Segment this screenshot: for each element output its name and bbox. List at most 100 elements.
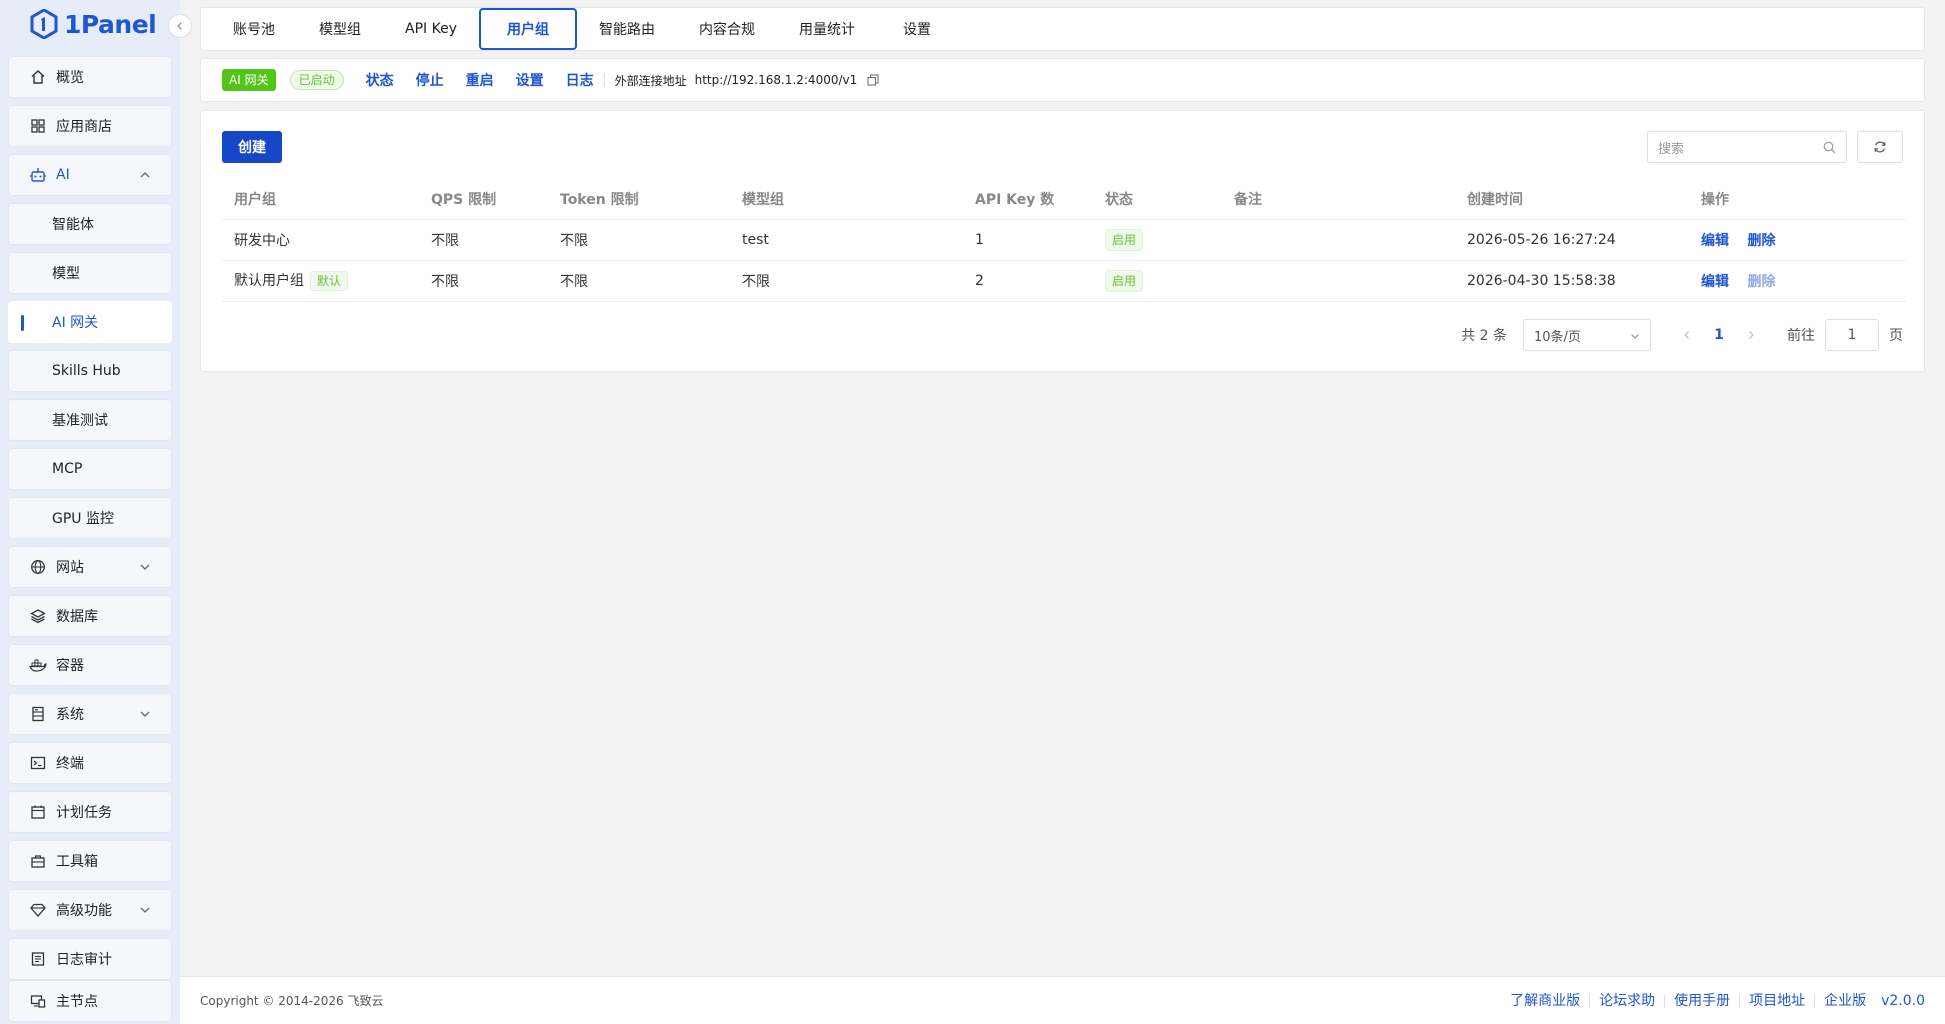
- goto-page-input[interactable]: 1: [1825, 319, 1879, 351]
- sidebar-item-mcp[interactable]: MCP: [8, 448, 172, 490]
- sidebar-item-label: 数据库: [56, 609, 98, 625]
- column-header[interactable]: 操作: [1689, 179, 1906, 220]
- sidebar-item-label: 系统: [56, 707, 84, 723]
- sidebar-item-system[interactable]: 系统: [8, 693, 172, 735]
- pagination: 共 2 条 10条/页 1 前往 1 页: [1461, 319, 1903, 351]
- footer-link-forum[interactable]: 论坛求助: [1589, 994, 1664, 1008]
- page-size-select[interactable]: 10条/页: [1523, 319, 1651, 351]
- tab-usage-stats[interactable]: 用量统计: [777, 8, 877, 50]
- sidebar-item-ai[interactable]: AI: [8, 154, 172, 196]
- sidebar-item-agents[interactable]: 智能体: [8, 203, 172, 245]
- chevron-down-icon: [140, 711, 150, 717]
- stop-button[interactable]: 停止: [416, 70, 444, 90]
- cell-qps-limit: 不限: [419, 219, 548, 261]
- tab-account-pool[interactable]: 账号池: [211, 8, 297, 50]
- delete-button[interactable]: 删除: [1747, 274, 1775, 290]
- sidebar-item-label: 日志审计: [56, 952, 112, 968]
- sidebar-item-models[interactable]: 模型: [8, 252, 172, 294]
- tab-model-group[interactable]: 模型组: [297, 8, 383, 50]
- delete-button[interactable]: 删除: [1747, 233, 1775, 249]
- sidebar-item-overview[interactable]: 概览: [8, 56, 172, 98]
- cell-created-time: 2026-05-26 16:27:24: [1455, 219, 1689, 261]
- sidebar-item-cron[interactable]: 计划任务: [8, 791, 172, 833]
- sidebar-item-master-node[interactable]: 主节点: [8, 980, 172, 1022]
- sidebar-item-toolbox[interactable]: 工具箱: [8, 840, 172, 882]
- column-header[interactable]: Token 限制: [548, 179, 730, 220]
- logs-button[interactable]: 日志: [566, 70, 594, 90]
- sidebar-item-audit-log[interactable]: 日志审计: [8, 938, 172, 980]
- sidebar-item-label: 工具箱: [56, 854, 98, 870]
- docker-icon: [29, 656, 47, 674]
- prev-page-button[interactable]: [1673, 330, 1701, 340]
- copyright: Copyright © 2014-2026 飞致云: [200, 994, 384, 1008]
- collapse-sidebar-button[interactable]: [168, 14, 192, 38]
- sidebar-item-label: 应用商店: [56, 119, 112, 135]
- cell-user-group: 研发中心: [222, 219, 419, 261]
- sidebar-item-benchmark[interactable]: 基准测试: [8, 399, 172, 441]
- layers-icon: [29, 607, 47, 625]
- edit-button[interactable]: 编辑: [1701, 233, 1729, 249]
- robot-icon: [29, 166, 47, 184]
- footer-links: 了解商业版 论坛求助 使用手册 项目地址 企业版 v2.0.0: [1501, 977, 1925, 1024]
- column-header[interactable]: 状态: [1093, 179, 1222, 220]
- create-button[interactable]: 创建: [222, 131, 282, 163]
- page-number[interactable]: 1: [1705, 327, 1733, 343]
- sidebar-item-label: 容器: [56, 658, 84, 674]
- footer-link-project[interactable]: 项目地址: [1739, 994, 1814, 1008]
- edit-button[interactable]: 编辑: [1701, 274, 1729, 290]
- sidebar-item-terminal[interactable]: 终端: [8, 742, 172, 784]
- sidebar-item-app-store[interactable]: 应用商店: [8, 105, 172, 147]
- cell-api-key-count: 2: [963, 260, 1093, 302]
- cell-actions: 编辑 删除: [1689, 219, 1906, 261]
- tab-api-key[interactable]: API Key: [383, 8, 479, 50]
- sidebar-item-label: 基准测试: [52, 413, 108, 429]
- column-header[interactable]: 用户组: [222, 179, 419, 220]
- sidebar-item-container[interactable]: 容器: [8, 644, 172, 686]
- search-icon: [1823, 141, 1836, 154]
- status-button[interactable]: 状态: [366, 70, 394, 90]
- settings-button[interactable]: 设置: [516, 70, 544, 90]
- column-header[interactable]: 创建时间: [1455, 179, 1689, 220]
- sidebar-item-database[interactable]: 数据库: [8, 595, 172, 637]
- page-unit-label: 页: [1889, 328, 1903, 344]
- table-header-row: 用户组 QPS 限制 Token 限制 模型组 API Key 数 状态 备注 …: [222, 179, 1906, 220]
- sidebar-item-advanced[interactable]: 高级功能: [8, 889, 172, 931]
- refresh-icon: [1874, 141, 1886, 153]
- sidebar-item-gpu-monitor[interactable]: GPU 监控: [8, 497, 172, 539]
- search-placeholder: 搜索: [1658, 141, 1685, 157]
- sidebar-item-label: GPU 监控: [52, 511, 114, 527]
- copy-icon[interactable]: [867, 74, 879, 86]
- column-header[interactable]: API Key 数: [963, 179, 1093, 220]
- sidebar-item-label: 主节点: [56, 994, 98, 1010]
- refresh-button[interactable]: [1857, 131, 1903, 163]
- app-logo[interactable]: 1Panel: [30, 8, 157, 40]
- node-icon: [29, 992, 47, 1010]
- restart-button[interactable]: 重启: [466, 70, 494, 90]
- status-badge: 启用: [1105, 269, 1144, 292]
- home-icon: [29, 68, 47, 86]
- tab-content-compliance[interactable]: 内容合规: [677, 8, 777, 50]
- sidebar-item-label: 网站: [56, 560, 84, 576]
- tab-smart-routing[interactable]: 智能路由: [577, 8, 677, 50]
- column-header[interactable]: QPS 限制: [419, 179, 548, 220]
- chevron-down-icon: [140, 907, 150, 913]
- footer-link-manual[interactable]: 使用手册: [1664, 994, 1739, 1008]
- sidebar-item-skills-hub[interactable]: Skills Hub: [8, 350, 172, 392]
- sidebar: 1Panel 概览 应用商店 AI 智能体 模型 AI 网关 Skills Hu…: [0, 0, 192, 1024]
- sidebar-item-ai-gateway[interactable]: AI 网关: [8, 301, 172, 343]
- column-header[interactable]: 模型组: [730, 179, 963, 220]
- tab-settings[interactable]: 设置: [877, 8, 957, 50]
- footer-link-commercial[interactable]: 了解商业版: [1501, 994, 1589, 1008]
- sidebar-item-label: MCP: [52, 461, 83, 477]
- column-header[interactable]: 备注: [1222, 179, 1455, 220]
- sidebar-item-website[interactable]: 网站: [8, 546, 172, 588]
- search-input[interactable]: 搜索: [1647, 131, 1847, 163]
- next-page-button[interactable]: [1737, 330, 1765, 340]
- user-group-table: 用户组 QPS 限制 Token 限制 模型组 API Key 数 状态 备注 …: [222, 179, 1906, 302]
- app-name-tag: AI 网关: [222, 69, 276, 91]
- chevron-left-icon: [1684, 331, 1689, 339]
- tab-user-group[interactable]: 用户组: [478, 8, 577, 50]
- logo-text: 1Panel: [64, 9, 157, 39]
- sidebar-item-label: AI 网关: [52, 315, 99, 331]
- footer-link-edition[interactable]: 企业版: [1814, 994, 1875, 1008]
